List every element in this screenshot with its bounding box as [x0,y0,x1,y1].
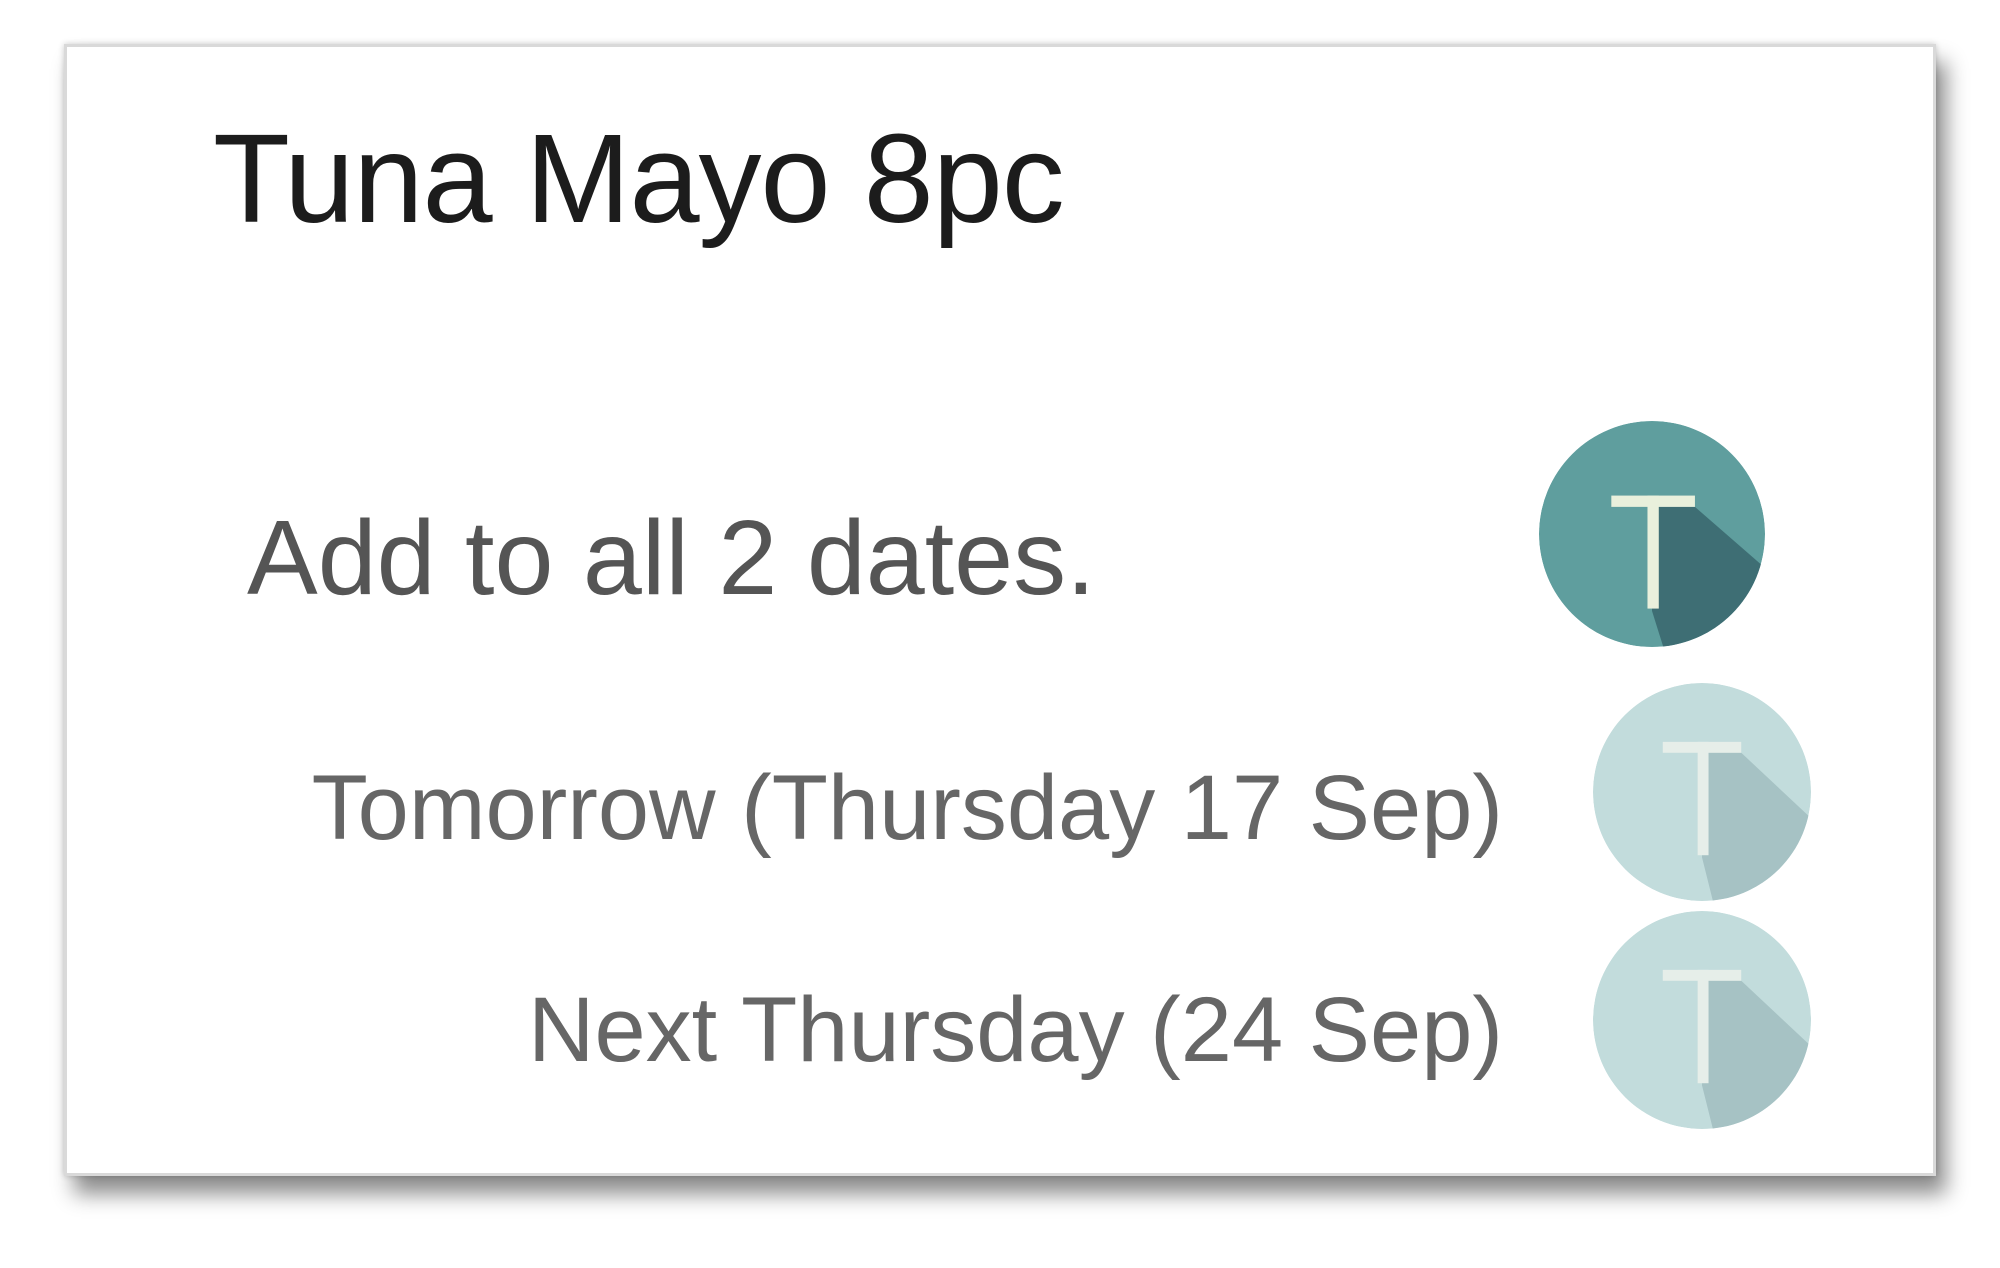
product-title: Tuna Mayo 8pc [213,108,1065,249]
date-option-toggle[interactable] [1593,911,1811,1129]
t-letter-icon [1539,421,1765,647]
date-option-label: Tomorrow (Thursday 17 Sep) [311,757,1503,859]
t-letter-icon [1593,911,1811,1129]
add-to-all-dates-toggle[interactable] [1539,421,1765,647]
t-letter-icon [1593,683,1811,901]
date-option-toggle[interactable] [1593,683,1811,901]
date-option-label: Next Thursday (24 Sep) [528,979,1503,1081]
add-to-all-dates-label: Add to all 2 dates. [247,499,1096,617]
product-card: Tuna Mayo 8pc Add to all 2 dates. Tomorr… [64,44,1936,1176]
